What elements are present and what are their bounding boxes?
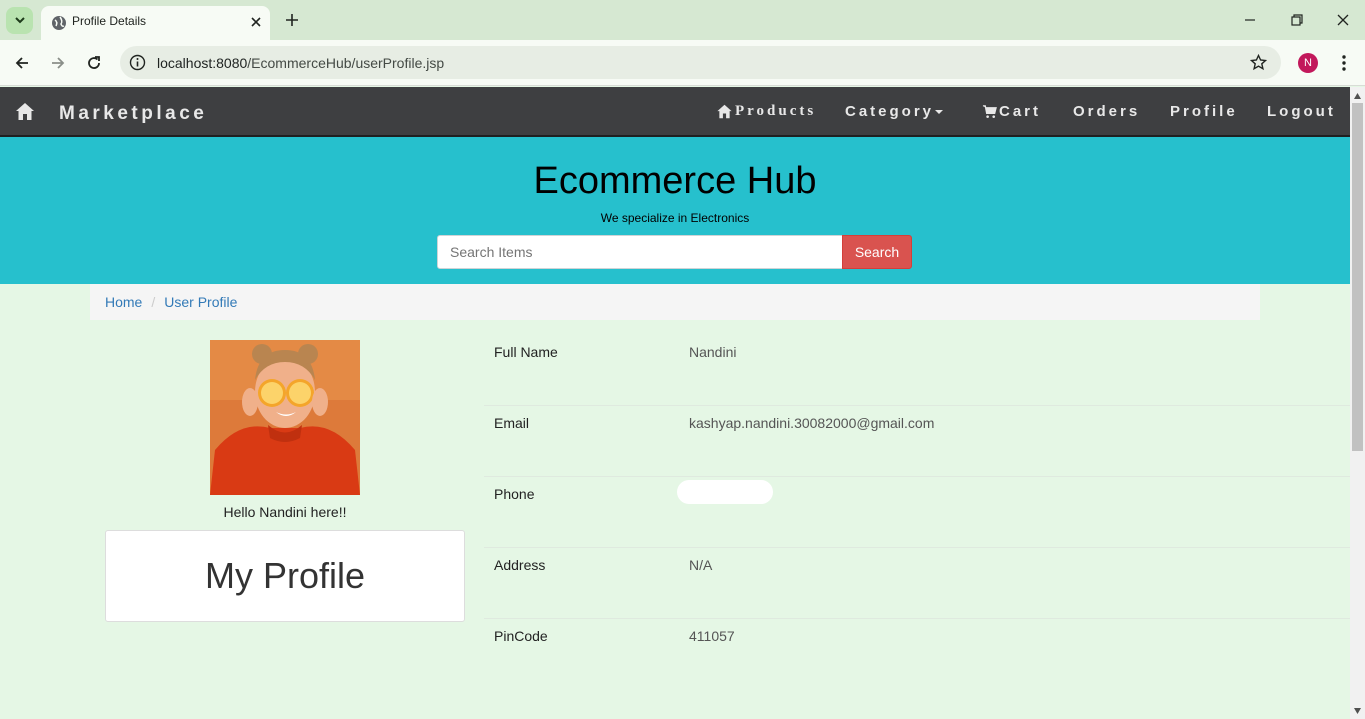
- field-label: Address: [494, 557, 546, 573]
- field-value: Nandini: [689, 344, 737, 360]
- scroll-down-icon[interactable]: [1353, 707, 1362, 715]
- profile-row-pincode: PinCode 411057: [484, 619, 1350, 690]
- field-label: PinCode: [494, 628, 548, 644]
- home-icon: [717, 104, 732, 119]
- field-label: Email: [494, 415, 530, 431]
- close-window-icon[interactable]: [1335, 12, 1351, 28]
- plus-icon[interactable]: [283, 11, 301, 29]
- restore-icon[interactable]: [1289, 12, 1305, 28]
- search-input[interactable]: [437, 235, 843, 269]
- address-bar[interactable]: localhost:8080/EcommerceHub/userProfile.…: [120, 46, 1281, 79]
- site-title: Ecommerce Hub: [533, 160, 817, 202]
- brand-link[interactable]: Marketplace: [59, 103, 207, 125]
- field-label: Full Name: [494, 344, 558, 360]
- breadcrumb: Home / User Profile: [90, 284, 1260, 320]
- breadcrumb-separator: /: [151, 294, 156, 310]
- globe-icon: [52, 16, 66, 30]
- nav-profile[interactable]: Profile: [1170, 103, 1238, 120]
- breadcrumb-home[interactable]: Home: [105, 294, 142, 310]
- breadcrumb-user-profile[interactable]: User Profile: [164, 294, 237, 310]
- field-value: kashyap.nandini.30082000@gmail.com: [689, 415, 935, 431]
- profile-avatar[interactable]: N: [1298, 53, 1318, 73]
- caret-down-icon: [935, 109, 944, 114]
- home-icon[interactable]: [15, 102, 35, 121]
- search-button[interactable]: Search: [842, 235, 912, 269]
- site-header: Ecommerce Hub We specialize in Electroni…: [0, 137, 1350, 284]
- field-label: Phone: [494, 486, 535, 502]
- profile-row-phone: Phone: [484, 477, 1350, 548]
- page-viewport: Marketplace Products Category Cart Order…: [0, 87, 1350, 719]
- field-value: 411057: [689, 628, 735, 644]
- reload-icon[interactable]: [85, 54, 103, 72]
- page-scrollbar[interactable]: [1350, 87, 1365, 719]
- browser-tab-bar: Profile Details: [0, 0, 1365, 40]
- scroll-up-icon[interactable]: [1353, 92, 1362, 100]
- info-icon[interactable]: [129, 54, 146, 71]
- profile-row-address: Address N/A: [484, 548, 1350, 619]
- nav-orders[interactable]: Orders: [1073, 103, 1140, 120]
- scrollbar-thumb[interactable]: [1352, 103, 1363, 451]
- chevron-down-icon: [14, 17, 25, 24]
- site-navbar: Marketplace Products Category Cart Order…: [0, 87, 1350, 137]
- profile-row-email: Email kashyap.nandini.30082000@gmail.com: [484, 406, 1350, 477]
- nav-category[interactable]: Category: [845, 103, 946, 120]
- minimize-icon[interactable]: [1242, 12, 1258, 28]
- field-value: N/A: [689, 557, 713, 573]
- forward-arrow-icon[interactable]: [49, 54, 67, 72]
- tab-search-button[interactable]: [6, 7, 33, 34]
- back-arrow-icon[interactable]: [13, 54, 31, 72]
- cart-icon: [982, 105, 997, 118]
- nav-products[interactable]: Products: [716, 103, 816, 120]
- profile-row-full-name: Full Name Nandini: [484, 335, 1350, 406]
- kebab-menu-icon[interactable]: [1336, 53, 1352, 73]
- profile-photo: [210, 340, 360, 495]
- site-tagline: We specialize in Electronics: [600, 211, 750, 225]
- star-icon[interactable]: [1250, 54, 1267, 71]
- url-text[interactable]: localhost:8080/EcommerceHub/userProfile.…: [157, 55, 444, 71]
- browser-toolbar: localhost:8080/EcommerceHub/userProfile.…: [0, 40, 1365, 86]
- greeting-text: Hello Nandini here!!: [223, 504, 347, 520]
- close-icon[interactable]: [248, 14, 264, 30]
- tab-title: Profile Details: [72, 14, 147, 28]
- redacted-value: [677, 480, 773, 504]
- my-profile-heading: My Profile: [105, 530, 465, 622]
- nav-logout[interactable]: Logout: [1267, 103, 1336, 120]
- nav-cart[interactable]: Cart: [982, 103, 1041, 120]
- browser-tab[interactable]: Profile Details: [41, 6, 270, 40]
